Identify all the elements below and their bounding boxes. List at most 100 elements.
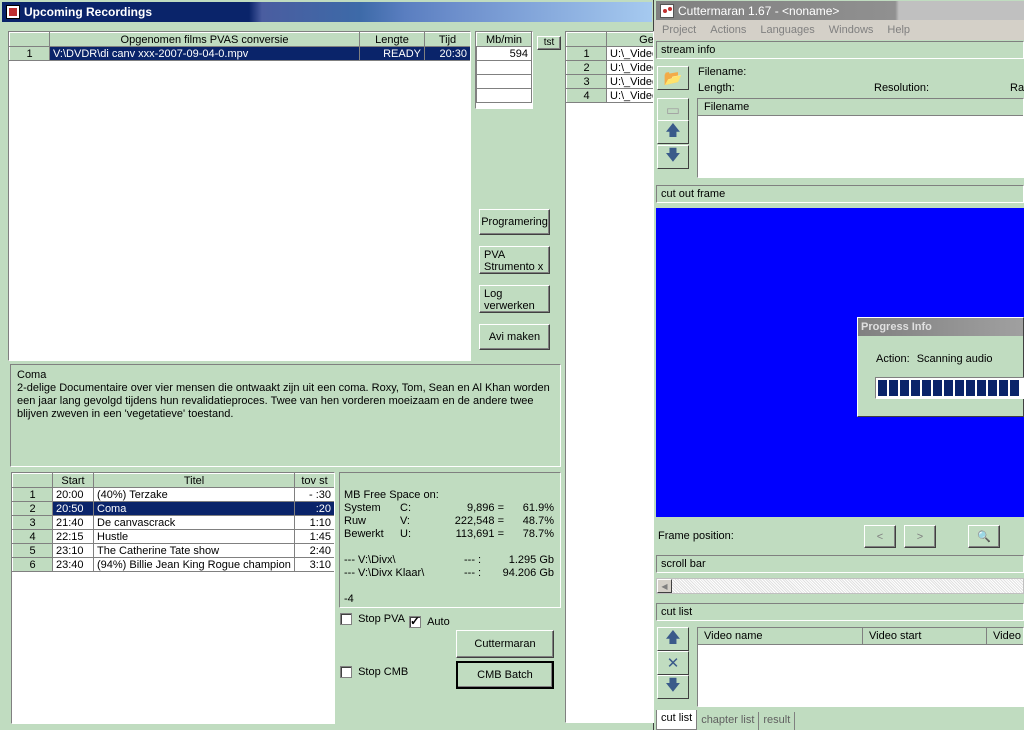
start-time[interactable]: 20:00 — [52, 487, 94, 502]
schedule-table[interactable]: Start Titel tov st 1 20:00 (40%) Terzake - … — [11, 472, 335, 724]
cut-col-video-name[interactable]: Video name — [698, 628, 863, 645]
sched-col-start[interactable]: Start — [52, 473, 94, 488]
progress-titlebar[interactable]: Progress Info — [858, 318, 1023, 336]
program-title[interactable]: Coma — [93, 501, 295, 516]
cut-down-button[interactable]: 🡇 — [657, 675, 689, 699]
rec-col-name[interactable]: Opgenomen films PVAS conversie — [49, 32, 360, 47]
file-path[interactable]: U:\_Video — [606, 60, 653, 75]
recording-filename[interactable]: V:\DVDR\di canv xxx-2007-09-04-0.mpv — [49, 46, 360, 61]
program-title[interactable]: Hustle — [93, 529, 295, 544]
row-index: 5 — [12, 543, 53, 558]
cut-col-video-start[interactable]: Video start — [863, 628, 987, 645]
stop-pva-checkbox[interactable]: Stop PVA — [340, 613, 405, 626]
progress-block — [966, 380, 975, 396]
table-row[interactable]: 4 22:15 Hustle 1:45 — [12, 529, 334, 544]
sched-col-offset[interactable]: tov st — [294, 473, 334, 488]
cut-up-button[interactable]: 🡅 — [657, 627, 689, 651]
table-row[interactable]: 3 21:40 De canvascrack 1:10 — [12, 515, 334, 530]
next-frame-button[interactable]: > — [904, 525, 936, 548]
programering-button[interactable]: Programering — [479, 209, 550, 235]
program-title[interactable]: De canvascrack — [93, 515, 295, 530]
left-titlebar[interactable]: Upcoming Recordings — [2, 2, 652, 22]
start-time[interactable]: 20:50 — [52, 501, 94, 516]
description-text: 2-delige Documentaire over vier mensen d… — [17, 382, 550, 420]
start-time[interactable]: 21:40 — [52, 515, 94, 530]
offset-time[interactable]: :20 — [294, 501, 334, 516]
menu-help[interactable]: Help — [887, 24, 910, 36]
mbmin-table[interactable]: Mb/min 594 — [475, 31, 533, 109]
offset-time[interactable]: 2:40 — [294, 543, 334, 558]
table-row[interactable]: 2 U:\_Video — [566, 60, 653, 75]
avi-maken-button[interactable]: Avi maken — [479, 324, 550, 350]
start-time[interactable]: 23:10 — [52, 543, 94, 558]
table-row[interactable]: 6 23:40 (94%) Billie Jean King Rogue champ… — [12, 557, 334, 572]
prev-frame-button[interactable]: < — [864, 525, 896, 548]
offset-time[interactable]: 3:10 — [294, 557, 334, 572]
table-row[interactable]: 1 V:\DVDR\di canv xxx-2007-09-04-0.mpv R… — [9, 46, 470, 61]
offset-time[interactable]: - :30 — [294, 487, 334, 502]
program-title[interactable]: (40%) Terzake — [93, 487, 295, 502]
table-row[interactable]: 2 20:50 Coma:20 — [12, 501, 334, 516]
cut-delete-button[interactable]: ✕ — [657, 651, 689, 675]
recordings-table[interactable]: Opgenomen films PVAS conversie Lengte Ti… — [8, 31, 471, 361]
free-space-cell: 222,548 = — [454, 515, 504, 527]
file-list[interactable]: Filename — [697, 98, 1024, 178]
dir-space-row: --- V:\Divx\ --- : 1.295 Gb — [344, 554, 556, 567]
open-folder-button[interactable]: 📂 — [657, 66, 689, 90]
start-time[interactable]: 22:15 — [52, 529, 94, 544]
files-col-header[interactable]: Gekr — [606, 32, 653, 47]
table-row[interactable]: 5 23:10 The Catherine Tate show 2:40 — [12, 543, 334, 558]
magnifier-icon: 🔍 — [977, 530, 991, 543]
recording-length[interactable]: READY — [359, 46, 425, 61]
free-space-cell: V: — [400, 515, 410, 527]
pva-strumento-button[interactable]: PVA Strumento x — [479, 246, 550, 274]
tab-cut-list[interactable]: cut list — [656, 710, 698, 730]
checkbox-box[interactable] — [340, 613, 352, 626]
checkbox-box[interactable]: ✓ — [409, 614, 421, 629]
tab-result[interactable]: result — [759, 712, 796, 730]
rec-col-time[interactable]: Tijd — [424, 32, 470, 47]
cuttermaran-button[interactable]: Cuttermaran — [456, 630, 554, 658]
action-value: Scanning audio — [916, 353, 993, 365]
menu-languages[interactable]: Languages — [760, 24, 814, 36]
cuttermaran-titlebar[interactable]: Cuttermaran 1.67 - <noname> — [656, 1, 1024, 20]
remove-file-button[interactable]: ▭ — [657, 98, 689, 122]
auto-checkbox[interactable]: ✓ Auto — [409, 614, 450, 629]
recording-time[interactable]: 20:30 — [424, 46, 470, 61]
sched-col-title[interactable]: Titel — [93, 473, 295, 488]
file-path[interactable]: U:\_Video — [606, 88, 653, 103]
log-verwerken-button[interactable]: Log verwerken — [479, 285, 550, 313]
tab-chapter-list[interactable]: chapter list — [697, 712, 760, 730]
file-list-header[interactable]: Filename — [698, 99, 1023, 116]
rec-col-length[interactable]: Lengte — [359, 32, 425, 47]
cut-col-video[interactable]: Video — [987, 628, 1023, 645]
file-path[interactable]: U:\_Video — [606, 46, 653, 61]
table-row[interactable]: 1 U:\_Video — [566, 46, 653, 61]
frame-scrollbar[interactable]: ◀ — [656, 578, 1024, 594]
scroll-left-button[interactable]: ◀ — [657, 579, 672, 593]
mbmin-value[interactable]: 594 — [476, 46, 532, 61]
menu-project[interactable]: Project — [662, 24, 696, 36]
program-title[interactable]: (94%) Billie Jean King Rogue champion — [93, 557, 295, 572]
checkbox-box[interactable] — [340, 666, 352, 679]
offset-time[interactable]: 1:10 — [294, 515, 334, 530]
zoom-button[interactable]: 🔍 — [968, 525, 1000, 548]
move-down-button[interactable]: 🡇 — [657, 145, 689, 169]
move-up-button[interactable]: 🡅 — [657, 120, 689, 144]
stop-cmb-checkbox[interactable]: Stop CMB — [340, 666, 408, 679]
files-table[interactable]: Gekr 1U:\_Video 2U:\_Video 3U:\_Video 4U… — [565, 31, 654, 723]
arrow-left-icon: ◀ — [661, 581, 668, 591]
table-row[interactable]: 3 U:\_Video — [566, 74, 653, 89]
program-title[interactable]: The Catherine Tate show — [93, 543, 295, 558]
file-path[interactable]: U:\_Video — [606, 74, 653, 89]
start-time[interactable]: 23:40 — [52, 557, 94, 572]
cut-list-table[interactable]: Video name Video start Video — [697, 627, 1024, 707]
cmb-batch-button[interactable]: CMB Batch — [456, 661, 554, 689]
menu-windows[interactable]: Windows — [829, 24, 874, 36]
resolution-label: Resolution: — [874, 82, 930, 94]
menu-actions[interactable]: Actions — [710, 24, 746, 36]
tst-button[interactable]: tst — [537, 36, 561, 50]
table-row[interactable]: 4 U:\_Video — [566, 88, 653, 103]
offset-time[interactable]: 1:45 — [294, 529, 334, 544]
table-row[interactable]: 1 20:00 (40%) Terzake - :30 — [12, 487, 334, 502]
